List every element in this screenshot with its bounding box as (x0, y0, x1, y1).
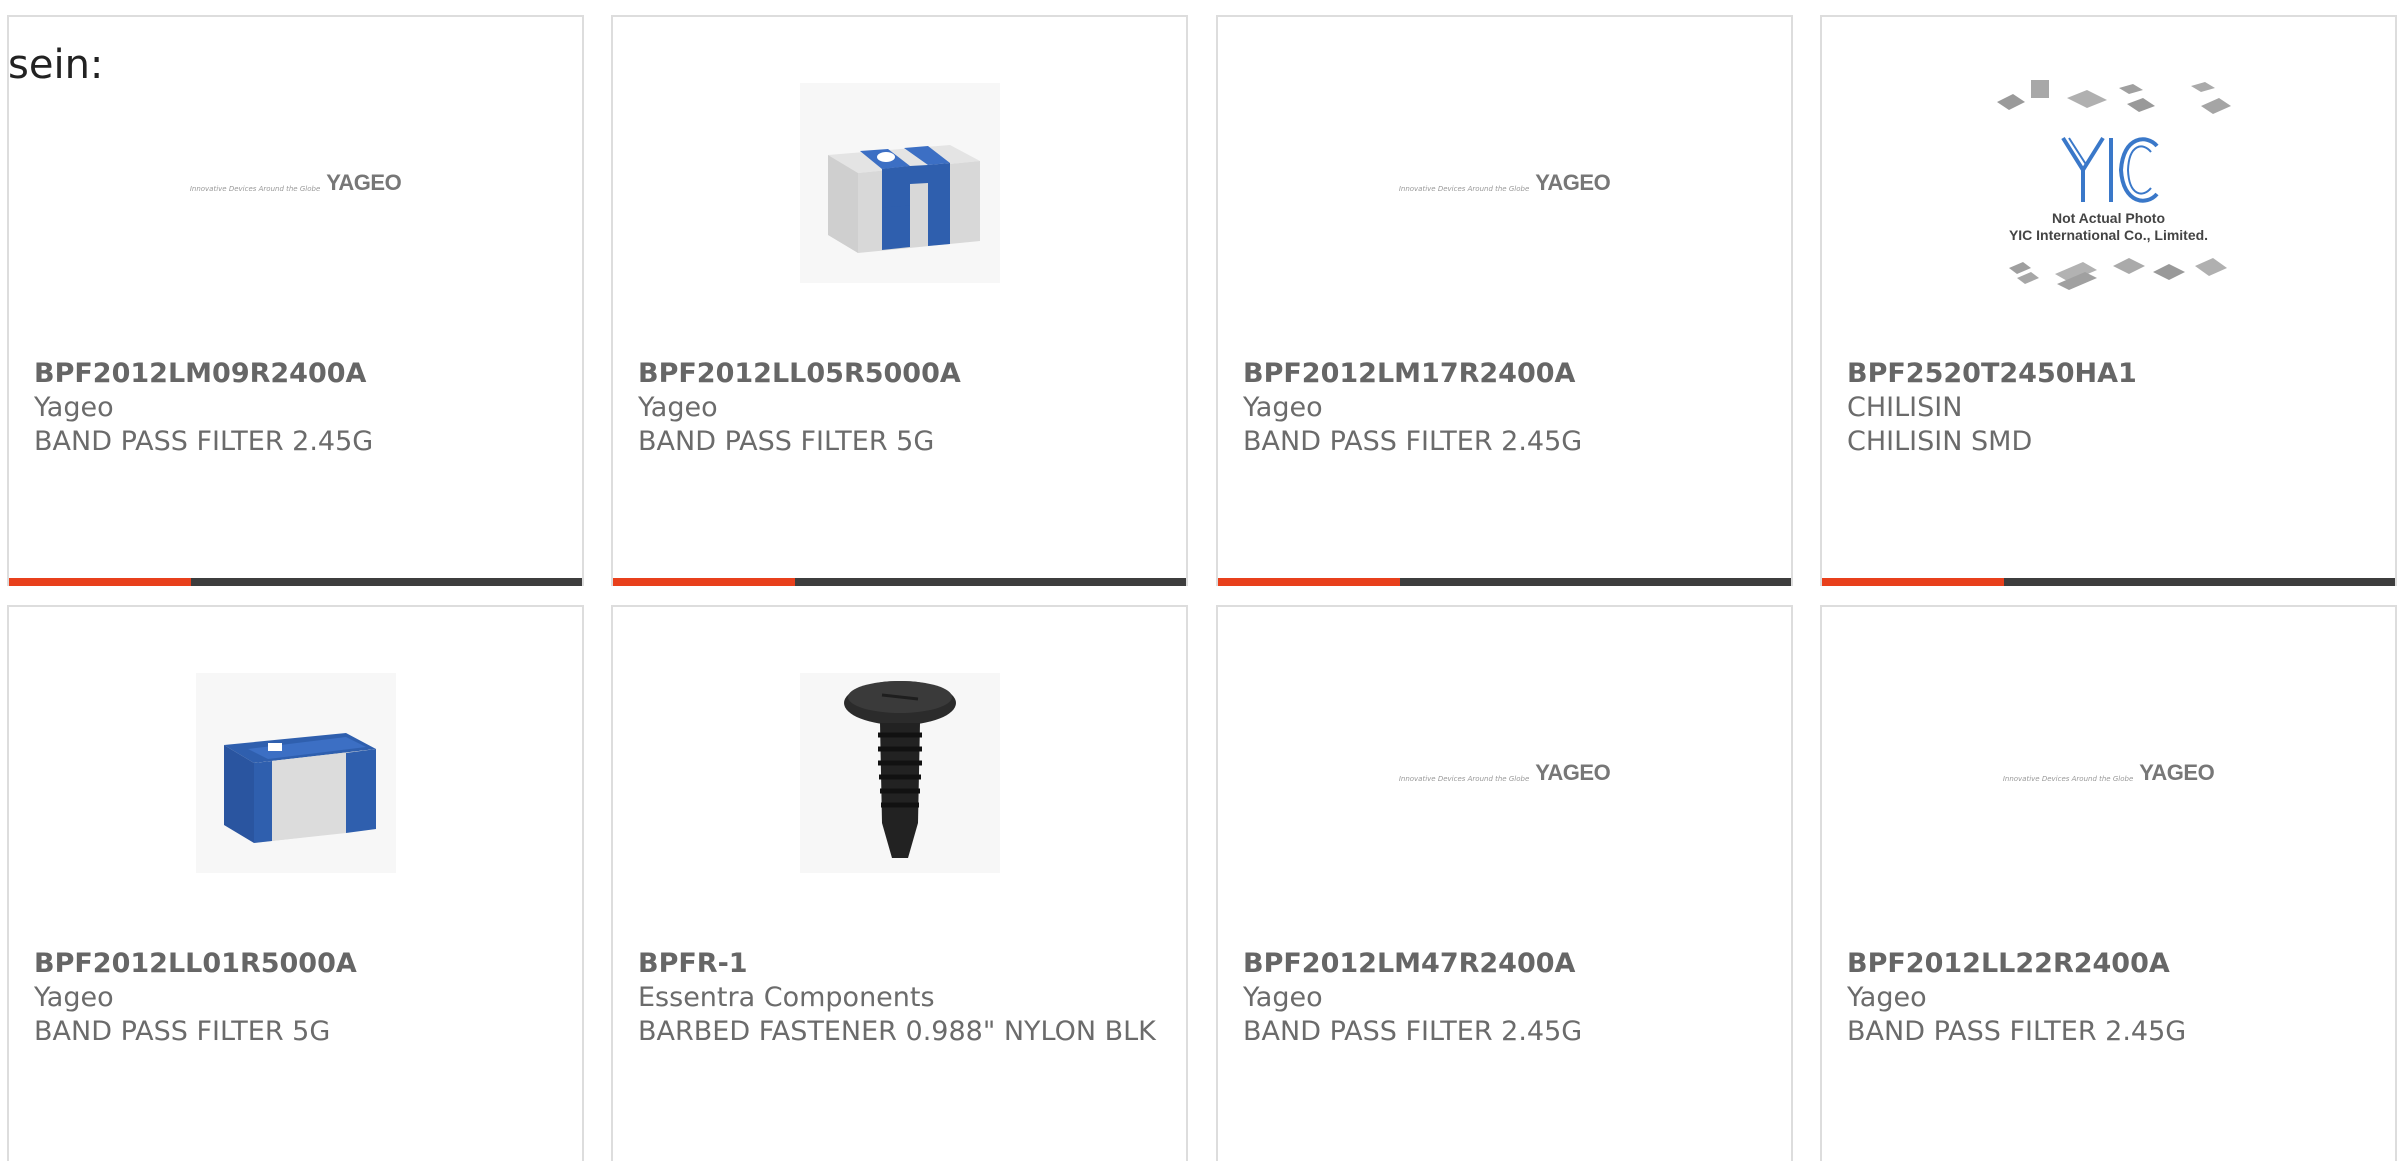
manufacturer-label: Yageo (638, 392, 718, 423)
heading-fragment: sein: (8, 42, 104, 88)
yic-logo (2060, 136, 2159, 203)
product-info: BPF2520T2450HA1 CHILISIN CHILISIN SMD (1847, 357, 2375, 459)
part-number-link[interactable]: BPF2012LL22R2400A (1847, 947, 2375, 981)
part-number-link[interactable]: BPF2012LM47R2400A (1243, 947, 1771, 981)
manufacturer-label: Essentra Components (638, 982, 935, 1013)
description-label: BAND PASS FILTER 2.45G (1243, 426, 1583, 457)
description-label: BARBED FASTENER 0.988" NYLON BLK (638, 1016, 1156, 1047)
product-info: BPF2012LM09R2400A Yageo BAND PASS FILTER… (34, 357, 562, 459)
description-label: BAND PASS FILTER 5G (638, 426, 935, 457)
part-number-link[interactable]: BPF2012LM17R2400A (1243, 357, 1771, 391)
part-number-link[interactable]: BPF2520T2450HA1 (1847, 357, 2375, 391)
manufacturer-label: Yageo (1243, 982, 1323, 1013)
product-card[interactable]: Innovative Devices Around the Globe YAGE… (1216, 15, 1793, 586)
manufacturer-label: Yageo (1243, 392, 1323, 423)
barbed-fastener-icon (799, 673, 1000, 873)
smd-parts-icon (2008, 258, 2227, 290)
product-card[interactable]: Innovative Devices Around the Globe YAGE… (7, 15, 584, 586)
manufacturer-label: Yageo (1847, 982, 1927, 1013)
description-label: BAND PASS FILTER 2.45G (1847, 1016, 2187, 1047)
description-label: BAND PASS FILTER 2.45G (34, 426, 374, 457)
product-image[interactable]: Innovative Devices Around the Globe YAGE… (189, 83, 402, 283)
card-accent-bar (1218, 578, 1400, 586)
chip-component-icon (195, 673, 396, 873)
card-accent-bar (9, 578, 191, 586)
yageo-logo: Innovative Devices Around the Globe YAGE… (2002, 760, 2215, 785)
part-number-link[interactable]: BPFR-1 (638, 947, 1166, 981)
chip-component-icon (799, 83, 1000, 283)
product-info: BPFR-1 Essentra Components BARBED FASTEN… (638, 947, 1166, 1049)
product-grid-page: sein: Innovative Devices Around the Glob… (0, 0, 2400, 1161)
product-info: BPF2012LL01R5000A Yageo BAND PASS FILTER… (34, 947, 562, 1049)
part-number-link[interactable]: BPF2012LL05R5000A (638, 357, 1166, 391)
product-card[interactable]: Not Actual Photo YIC International Co., … (1820, 15, 2397, 586)
product-image[interactable]: Not Actual Photo YIC International Co., … (1969, 57, 2249, 307)
product-card[interactable]: Innovative Devices Around the Globe YAGE… (1216, 605, 1793, 1161)
product-info: BPF2012LM17R2400A Yageo BAND PASS FILTER… (1243, 357, 1771, 459)
part-number-link[interactable]: BPF2012LM09R2400A (34, 357, 562, 391)
product-info: BPF2012LL22R2400A Yageo BAND PASS FILTER… (1847, 947, 2375, 1049)
yageo-logo: Innovative Devices Around the Globe YAGE… (1398, 760, 1611, 785)
description-label: BAND PASS FILTER 5G (34, 1016, 331, 1047)
product-card[interactable]: BPF2012LL01R5000A Yageo BAND PASS FILTER… (7, 605, 584, 1161)
manufacturer-label: Yageo (34, 392, 114, 423)
manufacturer-label: Yageo (34, 982, 114, 1013)
product-image[interactable]: Innovative Devices Around the Globe YAGE… (1398, 673, 1611, 873)
product-card[interactable]: BPF2012LL05R5000A Yageo BAND PASS FILTER… (611, 15, 1188, 586)
card-footer-bar (613, 578, 1186, 586)
description-label: CHILISIN SMD (1847, 426, 2033, 457)
card-accent-bar (613, 578, 795, 586)
card-accent-bar (1822, 578, 2004, 586)
card-footer-bar (1218, 578, 1791, 586)
part-number-link[interactable]: BPF2012LL01R5000A (34, 947, 562, 981)
product-image[interactable] (799, 83, 1000, 283)
product-image[interactable]: Innovative Devices Around the Globe YAGE… (2002, 673, 2215, 873)
product-image[interactable] (195, 673, 396, 873)
product-card[interactable]: BPFR-1 Essentra Components BARBED FASTEN… (611, 605, 1188, 1161)
product-image[interactable] (799, 673, 1000, 873)
yic-caption: Not Actual Photo YIC International Co., … (2008, 210, 2209, 243)
yageo-logo: Innovative Devices Around the Globe YAGE… (189, 170, 402, 195)
product-image[interactable]: Innovative Devices Around the Globe YAGE… (1398, 83, 1611, 283)
product-info: BPF2012LM47R2400A Yageo BAND PASS FILTER… (1243, 947, 1771, 1049)
yageo-logo: Innovative Devices Around the Globe YAGE… (1398, 170, 1611, 195)
smd-parts-icon (1996, 80, 2231, 114)
manufacturer-label: CHILISIN (1847, 392, 1963, 423)
card-footer-bar (9, 578, 582, 586)
product-card[interactable]: Innovative Devices Around the Globe YAGE… (1820, 605, 2397, 1161)
product-info: BPF2012LL05R5000A Yageo BAND PASS FILTER… (638, 357, 1166, 459)
description-label: BAND PASS FILTER 2.45G (1243, 1016, 1583, 1047)
card-footer-bar (1822, 578, 2395, 586)
